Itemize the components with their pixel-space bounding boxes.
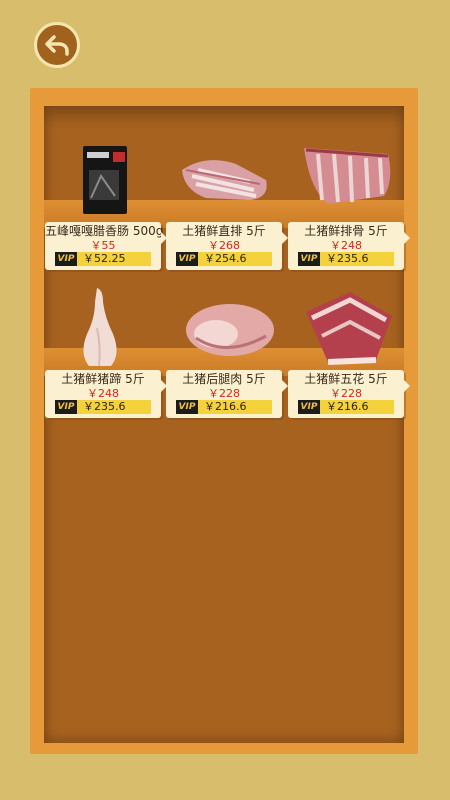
product-item[interactable]: 土猪鲜直排 5斤 ￥268 VIP ￥254.6 [166, 140, 288, 270]
product-card: 土猪后腿肉 5斤 ￥228 VIP ￥216.6 [166, 370, 288, 418]
vip-price-row: VIP ￥254.6 [176, 252, 272, 266]
back-arrow-icon [45, 35, 69, 56]
vip-price-row: VIP ￥52.25 [55, 252, 151, 266]
product-item[interactable]: 土猪鲜排骨 5斤 ￥248 VIP ￥235.6 [288, 140, 410, 270]
product-card: 土猪鲜五花 5斤 ￥228 VIP ￥216.6 [288, 370, 410, 418]
product-name: 土猪鲜五花 5斤 [304, 372, 388, 386]
product-price: ￥228 [208, 387, 240, 400]
vip-badge: VIP [176, 252, 198, 266]
product-price: ￥268 [208, 239, 240, 252]
vip-badge: VIP [298, 252, 320, 266]
pork-ribs-image [182, 160, 267, 200]
vip-badge: VIP [298, 400, 320, 414]
vip-price-row: VIP ￥235.6 [55, 400, 151, 414]
vip-price: ￥235.6 [326, 252, 369, 265]
product-card: 土猪鲜排骨 5斤 ￥248 VIP ￥235.6 [288, 222, 410, 270]
vip-badge: VIP [55, 252, 77, 266]
vip-badge: VIP [55, 400, 77, 414]
product-price: ￥248 [87, 387, 119, 400]
spare-ribs-image [304, 148, 391, 204]
product-name: 五峰嘎嘎腊香肠 500g [45, 224, 164, 238]
product-item[interactable]: 土猪鲜猪蹄 5斤 ￥248 VIP ￥235.6 [45, 288, 167, 418]
hind-leg-pork-image [186, 304, 274, 356]
vip-price-row: VIP ￥216.6 [176, 400, 272, 414]
vip-price: ￥254.6 [204, 252, 247, 265]
product-name: 土猪鲜排骨 5斤 [304, 224, 388, 238]
vip-price: ￥52.25 [83, 252, 126, 265]
pig-trotter-image [83, 288, 117, 367]
pork-belly-image [306, 292, 392, 365]
product-item[interactable]: 土猪后腿肉 5斤 ￥228 VIP ￥216.6 [166, 288, 288, 418]
product-item[interactable]: 五峰嘎嘎腊香肠 500g ￥55 VIP ￥52.25 [45, 140, 167, 270]
display-cabinet: 五峰嘎嘎腊香肠 500g ￥55 VIP ￥52.25 土猪鲜直排 5斤 ￥26… [30, 88, 418, 754]
vip-price-row: VIP ￥235.6 [298, 252, 394, 266]
product-price: ￥248 [330, 239, 362, 252]
vip-badge: VIP [176, 400, 198, 414]
vip-price-row: VIP ￥216.6 [298, 400, 394, 414]
product-name: 土猪后腿肉 5斤 [182, 372, 266, 386]
product-item[interactable]: 土猪鲜五花 5斤 ￥228 VIP ￥216.6 [288, 288, 410, 418]
product-card: 五峰嘎嘎腊香肠 500g ￥55 VIP ￥52.25 [45, 222, 167, 270]
product-name: 土猪鲜直排 5斤 [182, 224, 266, 238]
product-price: ￥55 [90, 239, 116, 252]
product-price: ￥228 [330, 387, 362, 400]
product-name: 土猪鲜猪蹄 5斤 [61, 372, 145, 386]
product-card: 土猪鲜直排 5斤 ￥268 VIP ￥254.6 [166, 222, 288, 270]
vip-price: ￥216.6 [204, 400, 247, 413]
sausage-package-image [83, 146, 127, 214]
vip-price: ￥216.6 [326, 400, 369, 413]
vip-price: ￥235.6 [83, 400, 126, 413]
back-button[interactable] [34, 22, 80, 68]
product-card: 土猪鲜猪蹄 5斤 ￥248 VIP ￥235.6 [45, 370, 167, 418]
